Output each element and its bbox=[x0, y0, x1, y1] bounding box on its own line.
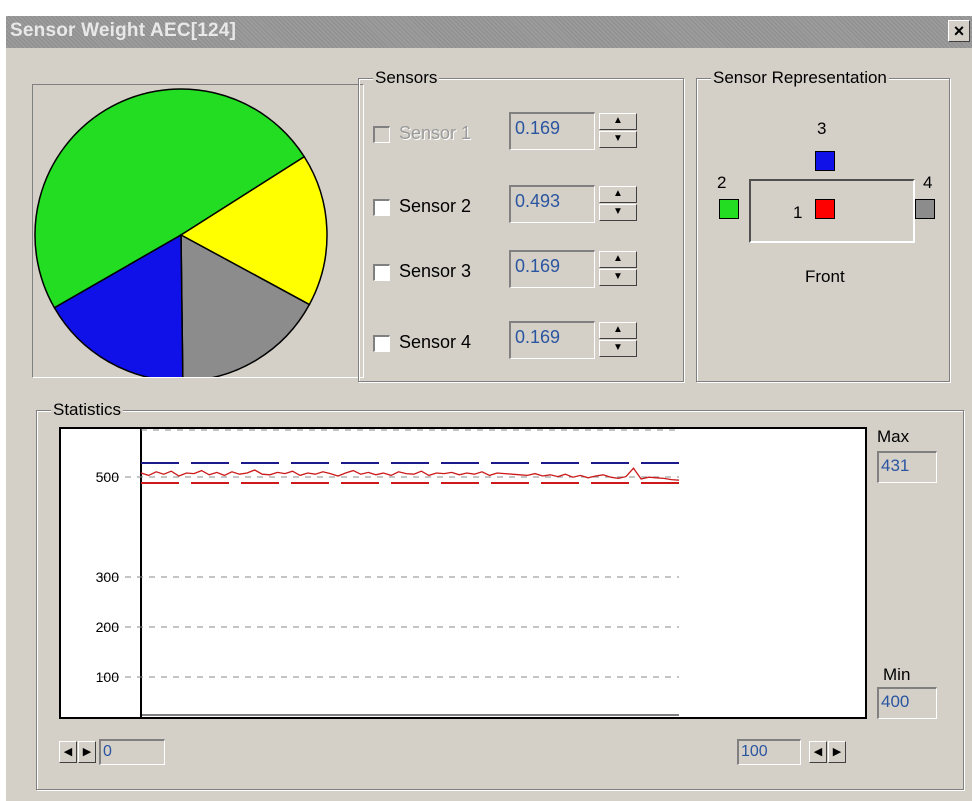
y-tick-label: 200 bbox=[96, 619, 120, 635]
arrow-up-icon: ▲ bbox=[613, 253, 623, 264]
sensor-4-checkbox[interactable] bbox=[373, 335, 390, 352]
arrow-up-icon: ▲ bbox=[613, 115, 623, 126]
sensor-3-number: 3 bbox=[817, 119, 827, 138]
sensor-1-indicator bbox=[815, 199, 835, 219]
sensor-1-label: Sensor 1 bbox=[399, 123, 472, 143]
sensor-2-indicator bbox=[719, 199, 739, 219]
arrow-up-icon: ▲ bbox=[613, 324, 623, 335]
close-icon: × bbox=[953, 21, 965, 41]
y-tick-label: 300 bbox=[96, 569, 120, 585]
sensor-weight-window: Sensor Weight AEC[124] × Sensors Sensor … bbox=[6, 16, 972, 801]
max-value-field[interactable]: 431 bbox=[877, 451, 937, 483]
statistics-group: Statistics 500 300 200 100 Max 431 Min 400 … bbox=[36, 400, 964, 790]
sensor-1-spin-down[interactable]: ▼ bbox=[599, 131, 637, 148]
close-button[interactable]: × bbox=[948, 20, 970, 42]
arrow-down-icon: ▼ bbox=[613, 133, 623, 144]
arrow-up-icon: ▲ bbox=[613, 188, 623, 199]
sensor-representation-title: Sensor Representation bbox=[711, 68, 889, 88]
sensor-4-weight-input[interactable]: 0.169 bbox=[509, 321, 595, 359]
arrow-down-icon: ▼ bbox=[613, 206, 623, 217]
title-bar[interactable]: Sensor Weight AEC[124] × bbox=[6, 16, 972, 48]
scroll-left-right-button[interactable]: ▶ bbox=[78, 741, 96, 763]
sensor-2-spin-up[interactable]: ▲ bbox=[599, 186, 637, 203]
arrow-left-icon: ◀ bbox=[63, 746, 73, 758]
sensor-1-weight-input[interactable]: 0.169 bbox=[509, 112, 595, 150]
sensor-3-spinner[interactable]: ▲ ▼ bbox=[599, 251, 639, 289]
statistics-plot-area: 500 300 200 100 bbox=[59, 427, 867, 719]
range-start-field[interactable]: 0 bbox=[99, 739, 165, 765]
sensor-1-spin-up[interactable]: ▲ bbox=[599, 113, 637, 130]
arrow-right-icon: ▶ bbox=[832, 746, 842, 758]
max-label: Max bbox=[877, 427, 910, 446]
sensor-2-weight-input[interactable]: 0.493 bbox=[509, 185, 595, 223]
sensor-4-label: Sensor 4 bbox=[399, 332, 472, 352]
sensor-2-spinner[interactable]: ▲ ▼ bbox=[599, 186, 639, 224]
arrow-down-icon: ▼ bbox=[613, 271, 623, 282]
front-label: Front bbox=[805, 267, 845, 286]
sensor-2-label: Sensor 2 bbox=[399, 196, 472, 216]
sensor-4-number: 4 bbox=[923, 173, 933, 192]
min-value-field[interactable]: 400 bbox=[877, 687, 937, 719]
range-end-field[interactable]: 100 bbox=[737, 739, 801, 765]
statistics-line-chart: 500 300 200 100 bbox=[96, 429, 680, 717]
sensor-3-spin-down[interactable]: ▼ bbox=[599, 269, 637, 286]
sensor-3-weight-input[interactable]: 0.169 bbox=[509, 250, 595, 288]
sensors-group: Sensors Sensor 1 0.169 ▲ ▼ Sensor 2 0.49… bbox=[358, 68, 684, 382]
scroll-right-right-button[interactable]: ▶ bbox=[828, 741, 846, 763]
sensor-4-spin-down[interactable]: ▼ bbox=[599, 340, 637, 357]
y-tick-label: 500 bbox=[96, 469, 120, 485]
sensor-1-number: 1 bbox=[793, 203, 803, 222]
sensor-4-spin-up[interactable]: ▲ bbox=[599, 322, 637, 339]
sensor-3-label: Sensor 3 bbox=[399, 261, 472, 281]
scroll-left-left-button[interactable]: ◀ bbox=[59, 741, 77, 763]
arrow-down-icon: ▼ bbox=[613, 342, 623, 353]
arrow-right-icon: ▶ bbox=[82, 746, 92, 758]
statistics-title: Statistics bbox=[51, 400, 124, 420]
y-tick-label: 100 bbox=[96, 669, 120, 685]
sensor-2-number: 2 bbox=[717, 173, 727, 192]
sensor-1-spinner[interactable]: ▲ ▼ bbox=[599, 113, 639, 151]
sensor-representation-group: Sensor Representation 3 2 4 1 Front bbox=[696, 68, 950, 382]
sensor-3-spin-up[interactable]: ▲ bbox=[599, 251, 637, 268]
sensor-1-checkbox[interactable] bbox=[373, 126, 390, 143]
signal-series-line bbox=[140, 467, 680, 481]
sensor-4-indicator bbox=[915, 199, 935, 219]
min-label: Min bbox=[883, 665, 911, 684]
sensor-2-checkbox[interactable] bbox=[373, 199, 390, 216]
window-title: Sensor Weight AEC[124] bbox=[10, 20, 237, 41]
scroll-right-left-button[interactable]: ◀ bbox=[809, 741, 827, 763]
pie-chart-panel bbox=[32, 84, 364, 378]
arrow-left-icon: ◀ bbox=[813, 746, 823, 758]
sensor-4-spinner[interactable]: ▲ ▼ bbox=[599, 322, 639, 360]
sensor-3-indicator bbox=[815, 151, 835, 171]
sensors-group-title: Sensors bbox=[373, 68, 440, 88]
sensor-2-spin-down[interactable]: ▼ bbox=[599, 204, 637, 221]
sensor-weight-pie bbox=[34, 88, 328, 377]
sensor-3-checkbox[interactable] bbox=[373, 264, 390, 281]
